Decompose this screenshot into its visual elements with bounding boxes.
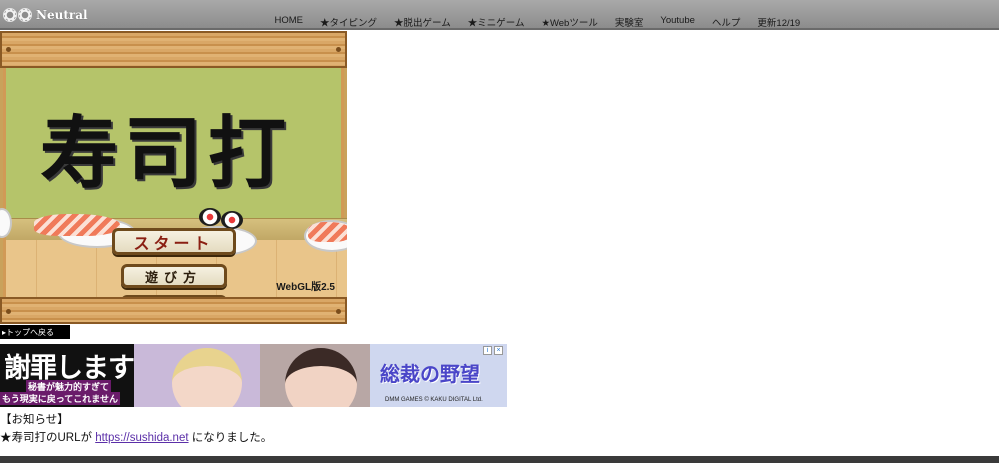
- nav-item-mini-games[interactable]: ★ミニゲーム: [459, 15, 533, 29]
- ad-subtext: もう現実に戻ってこれません: [0, 392, 121, 405]
- nav-item-help[interactable]: ヘルプ: [703, 15, 749, 29]
- notice-prefix: ★寿司打のURLが: [0, 432, 96, 444]
- wooden-board-bottom: [0, 297, 347, 324]
- game-canvas[interactable]: 寿司打 スタート 遊び方 ✿ 設定 WebGL版2.5: [0, 31, 347, 324]
- sushida-url-link[interactable]: https://sushida.net: [95, 432, 188, 444]
- version-label: WebGL版2.5: [276, 282, 335, 293]
- nav-item-escape-games[interactable]: ★脱出ゲーム: [386, 15, 460, 29]
- top-navigation-bar: Neutral HOME ★タイピング ★脱出ゲーム ★ミニゲーム ★Webツー…: [0, 0, 999, 30]
- notice-heading: 【お知らせ】: [0, 414, 69, 426]
- maki-roll-icon: [221, 211, 243, 229]
- shrimp-sushi-icon: [34, 214, 120, 236]
- main-nav: HOME ★タイピング ★脱出ゲーム ★ミニゲーム ★Webツール 実験室 Yo…: [266, 15, 809, 29]
- bottom-bar: [0, 456, 999, 463]
- site-logo[interactable]: Neutral: [3, 4, 88, 26]
- tuna-sushi-icon: [308, 222, 347, 242]
- ad-controls: i ×: [483, 346, 503, 355]
- ad-text-area: 謝罪します 秘書が魅力的すぎて もう現実に戻ってこれません: [0, 344, 135, 407]
- game-title: 寿司打: [40, 108, 293, 199]
- nav-item-web-tools[interactable]: ★Webツール: [533, 15, 606, 29]
- nav-item-updated[interactable]: 更新12/19: [749, 15, 809, 29]
- gear-icon: [18, 8, 32, 22]
- nav-item-home[interactable]: HOME: [266, 15, 312, 29]
- ad-banner[interactable]: 謝罪します 秘書が魅力的すぎて もう現実に戻ってこれません 総裁の野望 DMM …: [0, 344, 507, 407]
- ad-character-image: [285, 348, 357, 407]
- back-to-top-label: トップへ戻る: [6, 327, 55, 337]
- nav-item-lab[interactable]: 実験室: [606, 15, 652, 29]
- how-to-play-button[interactable]: 遊び方: [120, 264, 227, 288]
- nail-icon: [6, 309, 11, 314]
- gear-icon: [3, 8, 17, 22]
- ad-character-image: [172, 348, 242, 407]
- nail-icon: [336, 309, 341, 314]
- notice-suffix: になりました。: [188, 432, 273, 444]
- ad-footer: DMM GAMES © KAKU DIGITAL Ltd.: [385, 397, 483, 403]
- notice-section: 【お知らせ】 ★寿司打のURLが https://sushida.net になり…: [0, 411, 272, 447]
- nav-item-typing[interactable]: ★タイピング: [312, 15, 386, 29]
- nail-icon: [6, 47, 11, 52]
- nav-item-youtube[interactable]: Youtube: [652, 15, 704, 29]
- wooden-board-top: [0, 31, 347, 68]
- maki-roll-icon: [199, 208, 221, 226]
- logo-text: Neutral: [36, 8, 88, 22]
- close-icon[interactable]: ×: [494, 346, 503, 355]
- back-to-top-link[interactable]: ▸ トップへ戻る: [0, 325, 70, 339]
- notice-text: ★寿司打のURLが https://sushida.net になりました。: [0, 429, 272, 447]
- ad-info-icon[interactable]: i: [483, 346, 492, 355]
- ad-game-logo: 総裁の野望: [380, 362, 480, 386]
- start-button[interactable]: スタート: [111, 228, 236, 255]
- nail-icon: [336, 47, 341, 52]
